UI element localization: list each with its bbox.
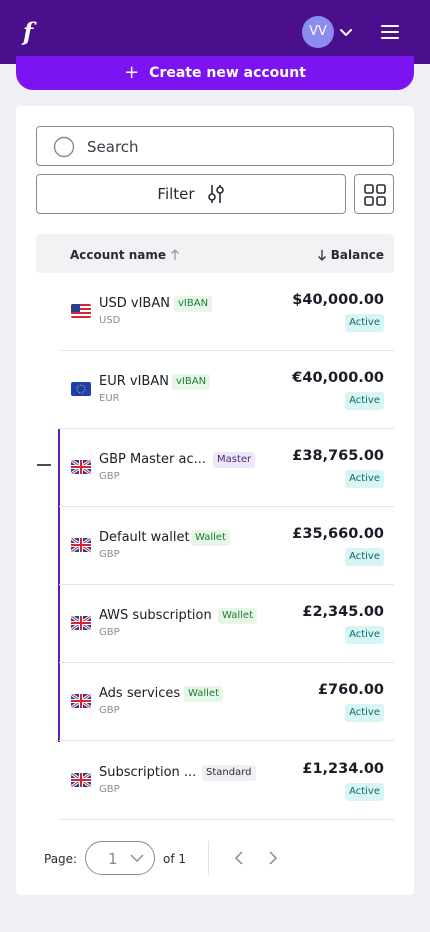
page-total: of 1 [163,852,187,866]
account-currency: USD [99,315,121,326]
account-balance: €40,000.00 [292,370,384,386]
accounts-card: Search Filter Account name Balance USD v… [16,106,414,895]
search-placeholder: Search [87,138,139,156]
account-balance: £760.00 [317,682,384,698]
column-account-name: Account name [70,248,167,262]
account-name: USD vIBAN [99,296,170,311]
account-currency: GBP [99,784,120,795]
app-logo[interactable]: f [16,18,40,46]
sort-balance[interactable]: Balance [317,248,384,262]
divider [208,841,209,875]
table-row[interactable]: EUR vIBAN vIBAN EUR €40,000.00 Active [59,351,394,429]
status-badge: Active [345,783,384,801]
account-name: Subscription ... [99,765,197,780]
us-flag-icon [71,304,91,318]
status-badge: Active [345,704,384,722]
status-badge: Active [345,548,384,566]
create-account-button[interactable]: + Create new account [16,56,414,90]
table-row[interactable]: USD vIBAN vIBAN USD $40,000.00 Active [59,273,394,351]
uk-flag-icon [71,773,91,787]
filter-label: Filter [157,185,195,203]
page-select[interactable]: 1 [85,841,155,875]
uk-flag-icon [71,616,91,630]
chevron-down-icon[interactable] [338,22,354,42]
account-name: Default wallet [99,530,190,545]
account-balance: £2,345.00 [302,604,384,620]
plus-icon: + [124,62,140,83]
user-avatar[interactable]: VV [302,16,334,48]
chevron-left-icon[interactable] [230,848,250,868]
table-row[interactable]: AWS subscription Wallet GBP £2,345.00 Ac… [59,585,394,663]
top-bar: f VV [0,0,430,64]
status-badge: Active [345,470,384,488]
account-currency: EUR [99,393,120,404]
grid-view-button[interactable] [354,174,394,214]
account-name: Ads services [99,686,181,701]
page-select-value: 1 [108,850,118,868]
uk-flag-icon [71,538,91,552]
account-tag: vIBAN [174,296,213,312]
table-header: Account name Balance [36,234,394,273]
account-balance: £38,765.00 [292,448,384,464]
chevron-down-icon [130,854,144,862]
status-badge: Active [345,314,384,332]
collapse-group-icon[interactable] [37,464,51,466]
account-tag: Wallet [184,686,224,702]
account-currency: GBP [99,627,120,638]
table-row[interactable]: Subscription ... Standard GBP £1,234.00 … [59,741,394,820]
filter-sliders-icon [207,185,224,203]
grid-icon [364,184,386,206]
menu-icon[interactable] [378,20,402,44]
account-name: EUR vIBAN [99,374,169,389]
search-input[interactable]: Search [36,126,394,166]
account-tag: vIBAN [172,374,211,390]
arrow-up-icon [171,249,180,260]
chevron-right-icon[interactable] [262,848,282,868]
table-row[interactable]: Ads services Wallet GBP £760.00 Active [59,663,394,741]
sort-account-name[interactable]: Account name [70,248,180,262]
eu-flag-icon [71,382,91,396]
account-currency: GBP [99,549,120,560]
status-badge: Active [345,392,384,410]
uk-flag-icon [71,694,91,708]
column-balance: Balance [330,248,384,262]
arrow-down-icon [317,250,326,261]
status-badge: Active [345,626,384,644]
account-balance: £35,660.00 [292,526,384,542]
account-balance: £1,234.00 [302,761,384,777]
account-currency: GBP [99,705,120,716]
account-name: GBP Master ac... [99,452,207,467]
account-name: AWS subscription [99,608,212,623]
filter-button[interactable]: Filter [36,174,346,214]
search-icon [53,136,75,158]
create-account-label: Create new account [149,65,306,81]
account-currency: GBP [99,471,120,482]
page-label: Page: [44,852,78,866]
account-tag: Wallet [218,608,258,624]
account-tag: Standard [202,765,256,781]
pagination: Page: 1 of 1 [16,841,414,875]
account-balance: $40,000.00 [292,292,384,308]
table-row[interactable]: Default wallet Wallet GBP £35,660.00 Act… [59,507,394,585]
account-tag: Master [213,452,256,468]
uk-flag-icon [71,460,91,474]
table-row[interactable]: GBP Master ac... Master GBP £38,765.00 A… [59,429,394,507]
account-tag: Wallet [191,530,231,546]
